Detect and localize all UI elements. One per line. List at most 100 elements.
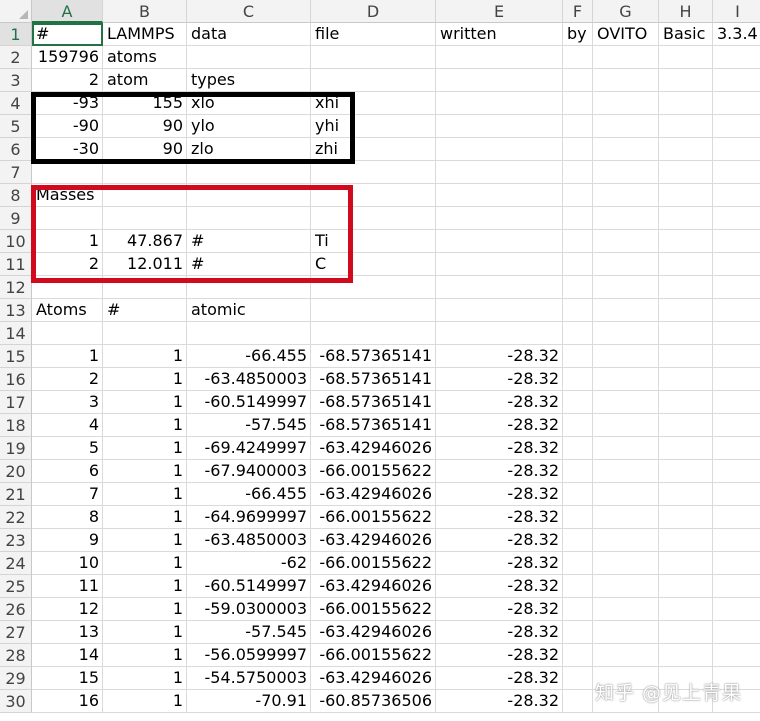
cell-c27[interactable]: -57.545	[187, 621, 311, 644]
cell-h19[interactable]	[659, 437, 713, 460]
cell-d5[interactable]: yhi	[311, 115, 436, 138]
cell-a19[interactable]: 5	[32, 437, 103, 460]
cell-d21[interactable]: -63.42946026	[311, 483, 436, 506]
cell-g12[interactable]	[593, 276, 659, 299]
row-header-1[interactable]: 1	[0, 23, 32, 46]
cell-d20[interactable]: -66.00155622	[311, 460, 436, 483]
cell-b5[interactable]: 90	[103, 115, 187, 138]
cell-d12[interactable]	[311, 276, 436, 299]
cell-d26[interactable]: -66.00155622	[311, 598, 436, 621]
cell-h24[interactable]	[659, 552, 713, 575]
cell-h27[interactable]	[659, 621, 713, 644]
cell-b10[interactable]: 47.867	[103, 230, 187, 253]
cell-c3[interactable]: types	[187, 69, 311, 92]
column-header-f[interactable]: F	[563, 0, 593, 23]
cell-h7[interactable]	[659, 161, 713, 184]
cell-d30[interactable]: -60.85736506	[311, 690, 436, 713]
cell-i11[interactable]	[713, 253, 760, 276]
cell-d11[interactable]: C	[311, 253, 436, 276]
cell-f18[interactable]	[563, 414, 593, 437]
cell-h26[interactable]	[659, 598, 713, 621]
cell-h22[interactable]	[659, 506, 713, 529]
cell-d17[interactable]: -68.57365141	[311, 391, 436, 414]
row-header-26[interactable]: 26	[0, 598, 32, 621]
cell-f26[interactable]	[563, 598, 593, 621]
row-header-7[interactable]: 7	[0, 161, 32, 184]
cell-g14[interactable]	[593, 322, 659, 345]
cell-a13[interactable]: Atoms	[32, 299, 103, 322]
cell-i23[interactable]	[713, 529, 760, 552]
cell-c11[interactable]: #	[187, 253, 311, 276]
cell-i27[interactable]	[713, 621, 760, 644]
cell-e17[interactable]: -28.32	[436, 391, 563, 414]
row-header-25[interactable]: 25	[0, 575, 32, 598]
cell-e30[interactable]: -28.32	[436, 690, 563, 713]
cell-i22[interactable]	[713, 506, 760, 529]
cell-f29[interactable]	[563, 667, 593, 690]
cell-g17[interactable]	[593, 391, 659, 414]
cell-i9[interactable]	[713, 207, 760, 230]
cell-f17[interactable]	[563, 391, 593, 414]
cell-b1[interactable]: LAMMPS	[103, 23, 187, 46]
cell-a21[interactable]: 7	[32, 483, 103, 506]
cell-e6[interactable]	[436, 138, 563, 161]
cell-a2[interactable]: 159796	[32, 46, 103, 69]
cell-b8[interactable]	[103, 184, 187, 207]
cell-f6[interactable]	[563, 138, 593, 161]
cell-g8[interactable]	[593, 184, 659, 207]
column-header-c[interactable]: C	[187, 0, 311, 23]
row-header-4[interactable]: 4	[0, 92, 32, 115]
cell-a18[interactable]: 4	[32, 414, 103, 437]
cell-e5[interactable]	[436, 115, 563, 138]
cell-c28[interactable]: -56.0599997	[187, 644, 311, 667]
cell-h3[interactable]	[659, 69, 713, 92]
cell-c16[interactable]: -63.4850003	[187, 368, 311, 391]
cell-a28[interactable]: 14	[32, 644, 103, 667]
cell-h6[interactable]	[659, 138, 713, 161]
cell-b7[interactable]	[103, 161, 187, 184]
cell-h23[interactable]	[659, 529, 713, 552]
row-header-3[interactable]: 3	[0, 69, 32, 92]
cell-h5[interactable]	[659, 115, 713, 138]
cell-i3[interactable]	[713, 69, 760, 92]
cell-a15[interactable]: 1	[32, 345, 103, 368]
cell-a11[interactable]: 2	[32, 253, 103, 276]
cell-h15[interactable]	[659, 345, 713, 368]
cell-a24[interactable]: 10	[32, 552, 103, 575]
cell-g18[interactable]	[593, 414, 659, 437]
cell-b19[interactable]: 1	[103, 437, 187, 460]
cell-f1[interactable]: by	[563, 23, 593, 46]
cell-e20[interactable]: -28.32	[436, 460, 563, 483]
cell-e23[interactable]: -28.32	[436, 529, 563, 552]
cell-f20[interactable]	[563, 460, 593, 483]
cell-h18[interactable]	[659, 414, 713, 437]
cell-e16[interactable]: -28.32	[436, 368, 563, 391]
cell-f10[interactable]	[563, 230, 593, 253]
cell-i6[interactable]	[713, 138, 760, 161]
cell-i18[interactable]	[713, 414, 760, 437]
cell-a30[interactable]: 16	[32, 690, 103, 713]
row-header-30[interactable]: 30	[0, 690, 32, 713]
cell-i12[interactable]	[713, 276, 760, 299]
cell-h4[interactable]	[659, 92, 713, 115]
row-header-28[interactable]: 28	[0, 644, 32, 667]
cell-e14[interactable]	[436, 322, 563, 345]
cell-i20[interactable]	[713, 460, 760, 483]
row-header-5[interactable]: 5	[0, 115, 32, 138]
cell-e15[interactable]: -28.32	[436, 345, 563, 368]
cell-f2[interactable]	[563, 46, 593, 69]
cell-d4[interactable]: xhi	[311, 92, 436, 115]
cell-g10[interactable]	[593, 230, 659, 253]
cell-i19[interactable]	[713, 437, 760, 460]
cell-b21[interactable]: 1	[103, 483, 187, 506]
column-header-d[interactable]: D	[311, 0, 436, 23]
cell-c9[interactable]	[187, 207, 311, 230]
cell-f27[interactable]	[563, 621, 593, 644]
cell-b2[interactable]: atoms	[103, 46, 187, 69]
cell-g22[interactable]	[593, 506, 659, 529]
cell-d13[interactable]	[311, 299, 436, 322]
cell-a1[interactable]: #	[32, 23, 103, 46]
cell-f15[interactable]	[563, 345, 593, 368]
row-header-15[interactable]: 15	[0, 345, 32, 368]
cell-b13[interactable]: #	[103, 299, 187, 322]
